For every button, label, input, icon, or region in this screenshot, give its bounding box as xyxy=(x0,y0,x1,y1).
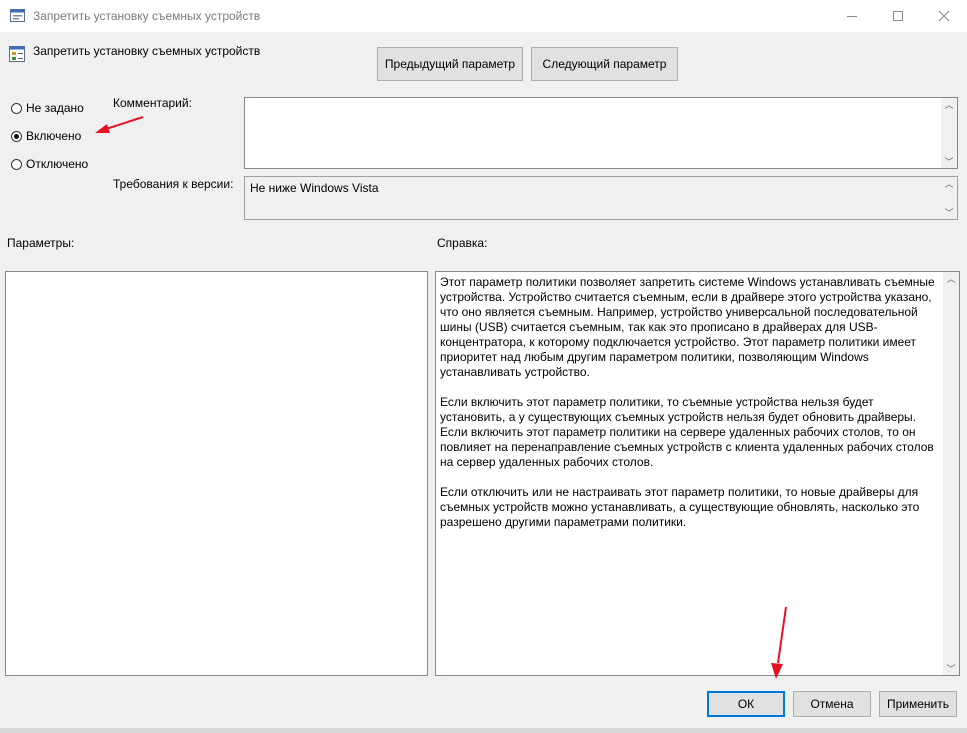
minimize-button[interactable] xyxy=(829,0,875,32)
radio-circle[interactable] xyxy=(11,158,22,170)
radio-circle[interactable] xyxy=(11,130,22,142)
maximize-icon xyxy=(893,11,903,21)
scroll-up-icon[interactable]: ︿ xyxy=(946,272,955,285)
close-icon xyxy=(939,11,949,21)
radio-selected-dot xyxy=(14,133,19,139)
close-button[interactable] xyxy=(921,0,967,32)
scroll-up-icon[interactable]: ︿ xyxy=(944,98,953,111)
supported-scrollbar[interactable]: ︿ ﹀ xyxy=(941,177,957,219)
radio-enabled[interactable]: Включено xyxy=(11,129,81,143)
options-panel xyxy=(5,271,428,676)
help-paragraph: Если отключить или не настраивать этот п… xyxy=(440,485,920,529)
minimize-icon xyxy=(847,16,857,17)
arrow-to-enabled xyxy=(95,116,144,133)
radio-disabled[interactable]: Отключено xyxy=(11,157,88,171)
radio-label: Не задано xyxy=(26,101,84,115)
window-title: Запретить установку съемных устройств xyxy=(33,9,261,23)
help-label: Справка: xyxy=(437,236,488,250)
comment-scrollbar[interactable]: ︿ ﹀ xyxy=(941,98,957,168)
next-setting-button[interactable]: Следующий параметр xyxy=(531,47,678,81)
policy-settings-icon xyxy=(9,46,25,62)
ok-button[interactable]: ОК xyxy=(707,691,785,717)
options-label: Параметры: xyxy=(7,236,75,250)
maximize-button[interactable] xyxy=(875,0,921,32)
radio-circle[interactable] xyxy=(11,102,22,114)
cancel-button[interactable]: Отмена xyxy=(793,691,871,717)
help-panel: Этот параметр политики позволяет запрети… xyxy=(435,271,960,676)
scroll-up-icon[interactable]: ︿ xyxy=(944,177,953,190)
help-scrollbar[interactable]: ︿ ﹀ xyxy=(943,272,959,675)
radio-label: Включено xyxy=(26,129,82,143)
title-bar: Запретить установку съемных устройств xyxy=(0,0,967,32)
scroll-down-icon[interactable]: ﹀ xyxy=(944,206,953,219)
scroll-down-icon[interactable]: ﹀ xyxy=(944,155,953,168)
supported-field: Не ниже Windows Vista ︿ ﹀ xyxy=(244,176,958,220)
comment-textarea[interactable]: ︿ ﹀ xyxy=(244,97,958,169)
bottom-edge xyxy=(0,728,967,733)
policy-icon xyxy=(10,9,25,22)
help-paragraph: Если включить этот параметр политики, то… xyxy=(440,395,934,469)
comment-label: Комментарий: xyxy=(113,96,192,110)
radio-not-configured[interactable]: Не задано xyxy=(11,101,84,115)
help-text: Этот параметр политики позволяет запрети… xyxy=(440,275,940,545)
policy-name: Запретить установку съемных устройств xyxy=(33,44,261,58)
apply-button[interactable]: Применить xyxy=(879,691,957,717)
supported-value: Не ниже Windows Vista xyxy=(250,181,379,195)
previous-setting-button[interactable]: Предыдущий параметр xyxy=(377,47,523,81)
scroll-down-icon[interactable]: ﹀ xyxy=(946,662,955,675)
radio-label: Отключено xyxy=(26,157,89,171)
help-paragraph: Этот параметр политики позволяет запрети… xyxy=(440,275,935,379)
supported-label: Требования к версии: xyxy=(113,177,234,191)
